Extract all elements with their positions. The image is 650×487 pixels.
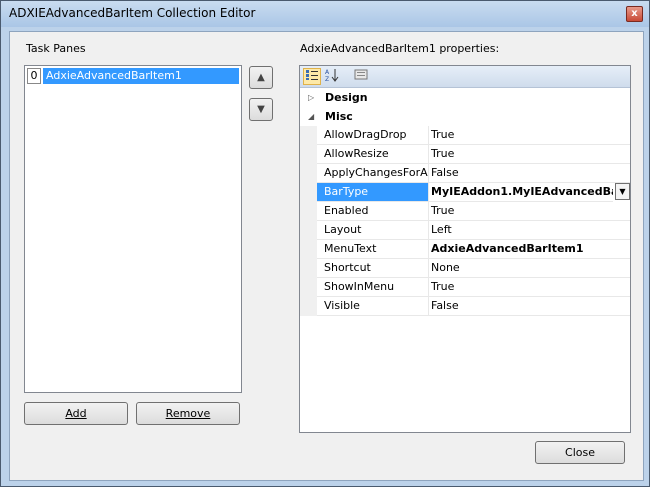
list-item[interactable]: 0 AdxieAdvancedBarItem1 — [27, 68, 239, 84]
expand-icon[interactable]: ▷ — [308, 88, 314, 107]
property-value[interactable]: MyIEAddon1.MyIEAdvancedBar1 — [429, 183, 613, 202]
property-row[interactable]: AllowResize True — [300, 145, 630, 164]
title-bar[interactable]: ADXIEAdvancedBarItem Collection Editor x — [1, 1, 649, 27]
remove-button[interactable]: Remove — [136, 402, 240, 425]
property-value[interactable]: None — [429, 259, 630, 278]
property-row[interactable]: MenuText AdxieAdvancedBarItem1 — [300, 240, 630, 259]
property-name: ApplyChangesForAllTabs — [317, 164, 429, 183]
property-value[interactable]: True — [429, 126, 630, 145]
chevron-down-icon: ▼ — [619, 187, 626, 196]
dialog-client-area: Task Panes 0 AdxieAdvancedBarItem1 ▲ ▼ A… — [9, 31, 644, 481]
property-pages-button[interactable] — [352, 68, 370, 85]
close-button[interactable]: Close — [535, 441, 625, 464]
property-row[interactable]: Visible False — [300, 297, 630, 316]
property-name: Enabled — [317, 202, 429, 221]
property-name: MenuText — [317, 240, 429, 259]
collapse-icon[interactable]: ◢ — [308, 107, 314, 126]
categorized-icon — [306, 70, 318, 80]
property-name: Layout — [317, 221, 429, 240]
property-name: AllowResize — [317, 145, 429, 164]
alphabetical-view-button[interactable]: A Z — [323, 68, 341, 85]
property-name: Visible — [317, 297, 429, 316]
category-row-misc[interactable]: ◢ Misc — [300, 107, 630, 126]
close-button-label: Close — [565, 446, 595, 459]
property-value[interactable]: AdxieAdvancedBarItem1 — [429, 240, 630, 259]
property-row-selected[interactable]: BarType MyIEAddon1.MyIEAdvancedBar1 ▼ — [300, 183, 630, 202]
property-name: ShowInMenu — [317, 278, 429, 297]
category-row-design[interactable]: ▷ Design — [300, 88, 630, 107]
property-name: BarType — [317, 183, 429, 202]
remove-button-label: Remove — [165, 407, 211, 420]
add-button[interactable]: Add — [24, 402, 128, 425]
property-row[interactable]: ApplyChangesForAllTabs False — [300, 164, 630, 183]
property-value[interactable]: False — [429, 164, 630, 183]
arrow-down-icon: ▼ — [257, 104, 265, 115]
category-label: Misc — [325, 110, 353, 123]
property-rows: ▷ Design ◢ Misc AllowDragDrop True Allow… — [300, 88, 630, 316]
arrow-up-icon: ▲ — [257, 72, 265, 83]
window-title: ADXIEAdvancedBarItem Collection Editor — [9, 6, 256, 20]
property-row[interactable]: AllowDragDrop True — [300, 126, 630, 145]
svg-text:Z: Z — [325, 76, 329, 82]
collection-editor-window: ADXIEAdvancedBarItem Collection Editor x… — [0, 0, 650, 487]
move-up-button[interactable]: ▲ — [249, 66, 273, 89]
property-row[interactable]: ShowInMenu True — [300, 278, 630, 297]
sort-az-icon: A Z — [325, 69, 339, 83]
task-panes-label: Task Panes — [26, 42, 86, 55]
move-down-button[interactable]: ▼ — [249, 98, 273, 121]
property-name: AllowDragDrop — [317, 126, 429, 145]
property-grid[interactable]: A Z ▷ Design ◢ Misc AllowDragDrop True A… — [299, 65, 631, 433]
property-grid-toolbar: A Z — [300, 66, 630, 88]
property-value[interactable]: True — [429, 202, 630, 221]
properties-label: AdxieAdvancedBarItem1 properties: — [300, 42, 500, 55]
property-value[interactable]: Left — [429, 221, 630, 240]
property-value[interactable]: False — [429, 297, 630, 316]
window-close-button[interactable]: x — [626, 6, 643, 22]
categorized-view-button[interactable] — [303, 68, 321, 85]
property-row[interactable]: Shortcut None — [300, 259, 630, 278]
property-name: Shortcut — [317, 259, 429, 278]
list-item-label: AdxieAdvancedBarItem1 — [43, 68, 239, 84]
dropdown-button[interactable]: ▼ — [615, 183, 630, 200]
property-row[interactable]: Layout Left — [300, 221, 630, 240]
property-value[interactable]: True — [429, 278, 630, 297]
task-panes-list[interactable]: 0 AdxieAdvancedBarItem1 — [24, 65, 242, 393]
list-item-index: 0 — [27, 68, 41, 84]
property-pages-icon — [354, 69, 368, 80]
property-row[interactable]: Enabled True — [300, 202, 630, 221]
category-label: Design — [325, 91, 368, 104]
svg-text:A: A — [325, 69, 330, 76]
add-button-label: Add — [65, 407, 87, 420]
property-value[interactable]: True — [429, 145, 630, 164]
